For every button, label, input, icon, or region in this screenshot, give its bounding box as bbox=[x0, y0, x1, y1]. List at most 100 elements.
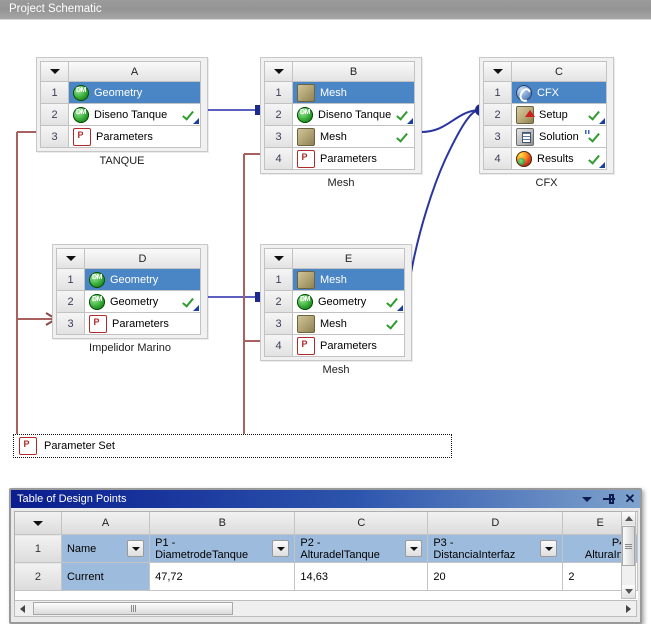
system-e-row-4[interactable]: 4 Parameters bbox=[264, 335, 405, 357]
vertical-scrollbar-thumb[interactable] bbox=[622, 526, 635, 566]
header-cell-name[interactable]: Name bbox=[61, 534, 151, 563]
system-e-row-2[interactable]: 2 Geometry bbox=[264, 291, 405, 313]
system-a-header[interactable]: A bbox=[40, 61, 201, 82]
cell-p3[interactable]: 20 bbox=[427, 562, 564, 591]
cell-text: P2 - AlturadelTanque bbox=[300, 536, 380, 561]
row-cell[interactable]: Parameters bbox=[293, 335, 405, 357]
dropdown-button[interactable] bbox=[540, 540, 558, 557]
row-number: 2 bbox=[15, 562, 62, 591]
designmodeler-icon bbox=[297, 293, 313, 310]
close-button[interactable]: ✕ bbox=[624, 491, 636, 506]
dropdown-button[interactable] bbox=[272, 540, 290, 557]
system-c-header[interactable]: C bbox=[483, 61, 607, 82]
design-points-grid[interactable]: A B C D E 1 Name P1 - DiametrodeTanque P… bbox=[14, 511, 638, 600]
row-cell[interactable]: CFX bbox=[512, 82, 607, 104]
system-b-dropdown-button[interactable] bbox=[264, 61, 293, 82]
header-cell-p2[interactable]: P2 - AlturadelTanque bbox=[294, 534, 429, 563]
table-row[interactable]: 2 Current 47,72 14,63 20 2 bbox=[15, 562, 638, 591]
system-block-e[interactable]: E 1 Mesh 2 Geometry 3 bbox=[260, 244, 412, 376]
row-cell[interactable]: Solution bbox=[512, 126, 607, 148]
system-c-dropdown-button[interactable] bbox=[483, 61, 512, 82]
horizontal-scrollbar[interactable] bbox=[14, 600, 637, 617]
column-letter-c[interactable]: C bbox=[294, 512, 429, 535]
system-a-row-1[interactable]: 1 Geometry bbox=[40, 82, 201, 104]
row-cell[interactable]: Geometry bbox=[85, 269, 201, 291]
cell-p1[interactable]: 47,72 bbox=[149, 562, 296, 591]
system-b-row-4[interactable]: 4 Parameters bbox=[264, 148, 415, 170]
row-cell[interactable]: Parameters bbox=[85, 313, 201, 335]
pin-button[interactable] bbox=[603, 493, 615, 505]
row-cell[interactable]: Parameters bbox=[293, 148, 415, 170]
header-cell-p3[interactable]: P3 - DistanciaInterfaz bbox=[427, 534, 564, 563]
parameter-set-block[interactable]: Parameter Set bbox=[13, 434, 452, 458]
system-d-header[interactable]: D bbox=[56, 248, 201, 269]
update-corner-icon bbox=[397, 305, 403, 311]
row-cell[interactable]: Mesh bbox=[293, 269, 405, 291]
system-e-header[interactable]: E bbox=[264, 248, 405, 269]
system-c-row-2[interactable]: 2 Setup bbox=[483, 104, 607, 126]
system-b-row-2[interactable]: 2 Diseno Tanque bbox=[264, 104, 415, 126]
system-d-row-2[interactable]: 2 Geometry bbox=[56, 291, 201, 313]
system-block-c[interactable]: C 1 CFX 2 Setup 3 Solution 4 Results CFX bbox=[479, 57, 614, 189]
row-cell[interactable]: Setup bbox=[512, 104, 607, 126]
vertical-scrollbar[interactable] bbox=[621, 511, 636, 599]
chevron-down-icon bbox=[131, 546, 140, 551]
system-e-row-3[interactable]: 3 Mesh bbox=[264, 313, 405, 335]
scroll-right-button[interactable] bbox=[621, 601, 636, 616]
column-letter-b[interactable]: B bbox=[149, 512, 296, 535]
column-letter-a[interactable]: A bbox=[61, 512, 151, 535]
system-c-row-1[interactable]: 1 CFX bbox=[483, 82, 607, 104]
system-d-row-1[interactable]: 1 Geometry bbox=[56, 269, 201, 291]
scroll-up-button[interactable] bbox=[622, 512, 635, 525]
window-menu-button[interactable] bbox=[582, 493, 594, 505]
column-letter-d[interactable]: D bbox=[427, 512, 564, 535]
scroll-left-button[interactable] bbox=[15, 601, 30, 616]
system-e-row-1[interactable]: 1 Mesh bbox=[264, 269, 405, 291]
row-cell[interactable]: Results bbox=[512, 148, 607, 170]
solution-icon bbox=[516, 127, 534, 146]
row-cell[interactable]: Geometry bbox=[293, 291, 405, 313]
system-d-dropdown-button[interactable] bbox=[56, 248, 85, 269]
system-block-b[interactable]: B 1 Mesh 2 Diseno Tanque 3 bbox=[260, 57, 422, 189]
table-row[interactable]: 1 Name P1 - DiametrodeTanque P2 - Altura… bbox=[15, 534, 638, 563]
system-a-row-3[interactable]: 3 Parameters bbox=[40, 126, 201, 148]
chevron-down-icon bbox=[65, 256, 76, 261]
dropdown-button[interactable] bbox=[127, 540, 145, 557]
chevron-down-icon bbox=[582, 497, 592, 502]
window-controls[interactable]: ✕ bbox=[582, 490, 636, 508]
dropdown-button[interactable] bbox=[405, 540, 423, 557]
row-cell[interactable]: Diseno Tanque bbox=[293, 104, 415, 126]
system-block-a[interactable]: A 1 Geometry 2 Diseno Tanque 3 bbox=[36, 57, 208, 167]
system-a-dropdown-button[interactable] bbox=[40, 61, 69, 82]
header-cell-p1[interactable]: P1 - DiametrodeTanque bbox=[149, 534, 296, 563]
table-of-design-points-window[interactable]: Table of Design Points ✕ A B C D E 1 Nam… bbox=[9, 488, 642, 624]
horizontal-scrollbar-thumb[interactable] bbox=[33, 602, 233, 615]
system-d-row-3[interactable]: 3 Parameters bbox=[56, 313, 201, 335]
scroll-down-button[interactable] bbox=[622, 585, 635, 598]
system-c-row-4[interactable]: 4 Results bbox=[483, 148, 607, 170]
row-cell[interactable]: Diseno Tanque bbox=[69, 104, 201, 126]
cell-name[interactable]: Current bbox=[61, 562, 151, 591]
system-b-header[interactable]: B bbox=[264, 61, 415, 82]
row-number: 4 bbox=[483, 148, 512, 170]
row-label: Geometry bbox=[318, 295, 367, 308]
grip-icon bbox=[130, 605, 136, 612]
system-block-d[interactable]: D 1 Geometry 2 Geometry 3 bbox=[52, 244, 208, 354]
row-cell[interactable]: Mesh bbox=[293, 313, 405, 335]
row-cell[interactable]: Geometry bbox=[69, 82, 201, 104]
parameter-set-label: Parameter Set bbox=[44, 440, 115, 452]
row-cell[interactable]: Geometry bbox=[85, 291, 201, 313]
system-b-row-3[interactable]: 3 Mesh bbox=[264, 126, 415, 148]
row-label: Parameters bbox=[320, 339, 377, 352]
system-e-dropdown-button[interactable] bbox=[264, 248, 293, 269]
row-cell[interactable]: Parameters bbox=[69, 126, 201, 148]
cell-p2[interactable]: 14,63 bbox=[294, 562, 429, 591]
close-icon: ✕ bbox=[624, 491, 636, 506]
grid-corner-dropdown[interactable] bbox=[15, 512, 62, 535]
system-a-row-2[interactable]: 2 Diseno Tanque bbox=[40, 104, 201, 126]
row-cell[interactable]: Mesh bbox=[293, 82, 415, 104]
system-b-row-1[interactable]: 1 Mesh bbox=[264, 82, 415, 104]
system-c-row-3[interactable]: 3 Solution bbox=[483, 126, 607, 148]
schematic-canvas[interactable]: A 1 Geometry 2 Diseno Tanque 3 bbox=[0, 20, 651, 624]
row-cell[interactable]: Mesh bbox=[293, 126, 415, 148]
